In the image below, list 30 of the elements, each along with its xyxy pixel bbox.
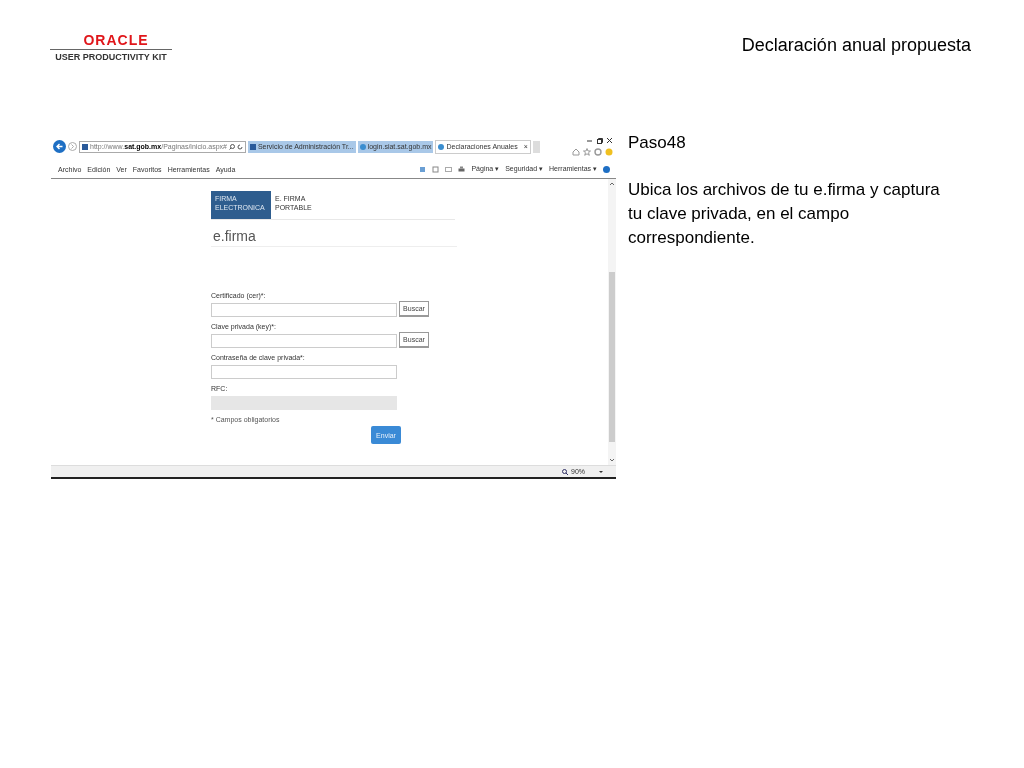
- search-icon[interactable]: [228, 143, 235, 150]
- scroll-up-icon[interactable]: [609, 181, 615, 187]
- input-field[interactable]: [211, 365, 397, 379]
- input-field[interactable]: [211, 303, 397, 317]
- forward-icon[interactable]: [68, 142, 77, 151]
- site-icon[interactable]: [82, 143, 88, 150]
- zoom-icon[interactable]: [562, 468, 568, 475]
- page-heading: e.firma: [211, 220, 457, 247]
- restore-icon[interactable]: [596, 137, 603, 144]
- mail-icon[interactable]: [445, 165, 453, 173]
- minimize-icon[interactable]: [586, 137, 593, 144]
- star-icon[interactable]: [583, 148, 591, 156]
- step-instruction: Ubica los archivos de tu e.firma y captura tu clave privada, en el campo correspondiente.: [628, 179, 941, 249]
- help-icon[interactable]: [603, 165, 610, 173]
- page-icon[interactable]: [359, 143, 366, 150]
- page-icon[interactable]: [438, 143, 445, 150]
- grid-icon[interactable]: [249, 143, 256, 150]
- logo-tagline: USER PRODUCTIVITY KIT: [55, 52, 167, 63]
- step-title: Paso48: [628, 133, 687, 153]
- back-icon[interactable]: [53, 140, 66, 153]
- logo-wordmark: ORACLE: [83, 33, 149, 47]
- close-icon[interactable]: [606, 137, 613, 144]
- print-icon[interactable]: [458, 165, 466, 173]
- home-icon[interactable]: [572, 148, 580, 156]
- refresh-icon[interactable]: [236, 143, 243, 150]
- input-field[interactable]: [211, 334, 397, 348]
- scroll-down-icon[interactable]: [609, 457, 615, 463]
- dropdown-icon[interactable]: [598, 468, 604, 475]
- slide-title: Declaración anual propuesta: [741, 35, 971, 56]
- scrollbar[interactable]: [608, 179, 616, 465]
